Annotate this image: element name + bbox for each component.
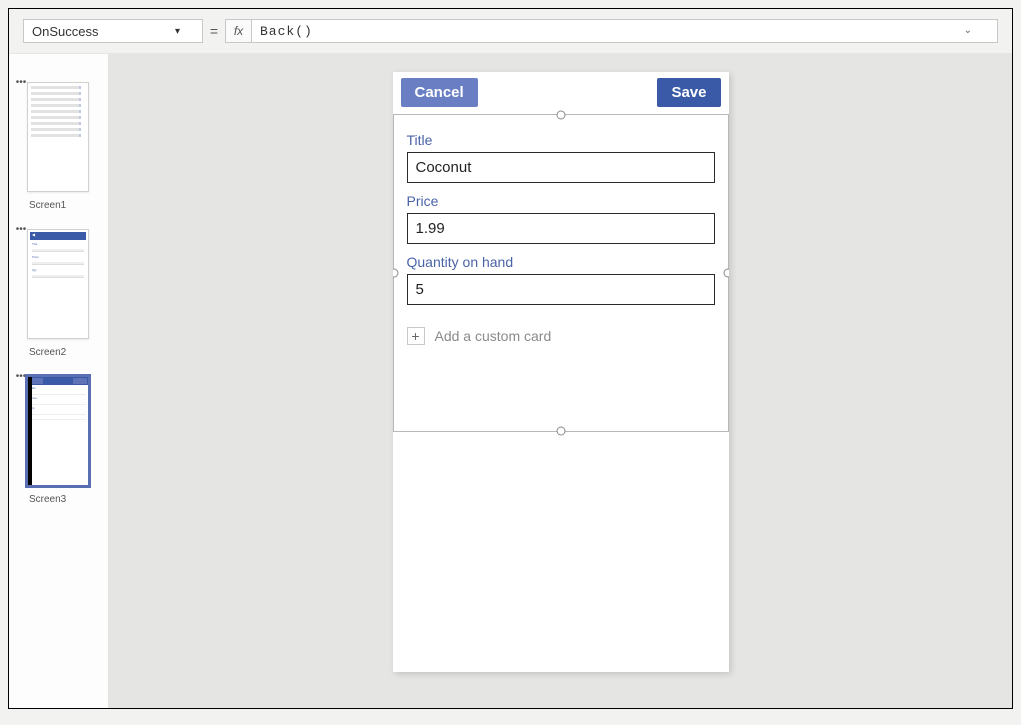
app-header: Cancel Save: [393, 72, 729, 112]
form-body: Title Price Quantity on hand + Add a cus…: [393, 112, 729, 355]
title-field[interactable]: [407, 152, 715, 183]
fx-icon[interactable]: fx: [225, 19, 251, 43]
add-custom-card-label: Add a custom card: [435, 328, 552, 344]
screens-panel: ••• Screen1 ••• ◀ Title Price Qty: [9, 54, 109, 708]
property-selector-value: OnSuccess: [32, 24, 98, 39]
formula-input[interactable]: Back() ⌄: [251, 19, 998, 43]
screen-thumb-screen3[interactable]: Title Price Qty: [27, 376, 89, 486]
app-preview-surface: Cancel Save Title Price Quantity on hand…: [393, 72, 729, 672]
chevron-down-icon: ▾: [175, 26, 180, 37]
price-field[interactable]: [407, 213, 715, 244]
add-custom-card-button[interactable]: + Add a custom card: [407, 327, 715, 345]
formula-text: Back(): [260, 24, 313, 39]
field-label-quantity: Quantity on hand: [407, 254, 715, 270]
plus-icon: +: [407, 327, 425, 345]
more-icon[interactable]: •••: [15, 374, 27, 380]
chevron-down-icon: ⌄: [964, 25, 973, 37]
more-icon[interactable]: •••: [15, 80, 27, 86]
cancel-button[interactable]: Cancel: [401, 78, 478, 107]
property-selector[interactable]: OnSuccess ▾: [23, 19, 203, 43]
field-label-title: Title: [407, 132, 715, 148]
canvas-area[interactable]: Cancel Save Title Price Quantity on hand…: [109, 54, 1012, 708]
app-frame: OnSuccess ▾ = fx Back() ⌄ ••• Screen1: [8, 8, 1013, 709]
screen-thumb-screen2[interactable]: ◀ Title Price Qty: [27, 229, 89, 339]
screen-thumb-label: Screen1: [29, 200, 66, 211]
quantity-field[interactable]: [407, 274, 715, 305]
more-icon[interactable]: •••: [15, 227, 27, 233]
save-button[interactable]: Save: [657, 78, 720, 107]
field-label-price: Price: [407, 193, 715, 209]
screen-thumb-screen1[interactable]: [27, 82, 89, 192]
screen-thumb-label: Screen2: [29, 347, 66, 358]
formula-bar: OnSuccess ▾ = fx Back() ⌄: [9, 9, 1012, 54]
equals-label: =: [203, 23, 225, 39]
resize-handle-s[interactable]: [556, 427, 565, 436]
screen-thumb-label: Screen3: [29, 494, 66, 505]
